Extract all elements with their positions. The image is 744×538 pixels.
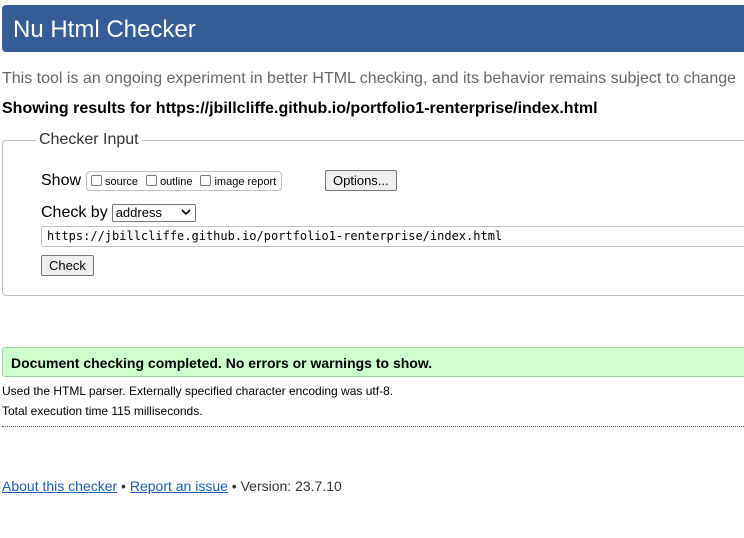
page-header: Nu Html Checker <box>2 5 744 52</box>
source-checkbox-label: source <box>105 176 139 188</box>
outline-checkbox[interactable] <box>146 174 158 186</box>
success-message: Document checking completed. No errors o… <box>11 355 433 371</box>
show-image-report-option[interactable]: image report <box>200 174 276 188</box>
about-checker-link[interactable]: About this checker <box>2 478 117 494</box>
check-button[interactable]: Check <box>41 255 94 276</box>
check-by-selected-value: address <box>115 205 162 220</box>
intro-text: This tool is an ongoing experiment in be… <box>2 70 737 87</box>
show-options-row: Show source outline image report <box>41 171 283 191</box>
show-options-group: source outline image report <box>86 171 283 191</box>
results-for-heading: Showing results for https://jbillcliffe.… <box>2 100 598 117</box>
parser-details: Used the HTML parser. Externally specifi… <box>2 384 394 398</box>
divider <box>2 426 744 427</box>
check-by-row: Check by address <box>41 204 196 222</box>
report-issue-link[interactable]: Report an issue <box>130 478 228 494</box>
show-source-option[interactable]: source <box>91 174 138 188</box>
source-checkbox[interactable] <box>91 174 103 186</box>
checker-input-legend: Checker Input <box>39 131 139 148</box>
version-text: • Version: 23.7.10 <box>227 478 342 494</box>
image-report-checkbox-label: image report <box>214 176 277 188</box>
outline-checkbox-label: outline <box>160 176 193 188</box>
page-title: Nu Html Checker <box>13 16 196 43</box>
success-message-box: Document checking completed. No errors o… <box>2 347 744 377</box>
footer-separator: • <box>117 478 130 494</box>
execution-time: Total execution time 115 milliseconds. <box>2 404 203 418</box>
options-button[interactable]: Options... <box>325 170 397 191</box>
check-by-select[interactable]: address <box>111 204 196 222</box>
footer: About this checker • Report an issue • V… <box>2 478 342 494</box>
show-label: Show <box>41 172 82 189</box>
check-by-label: Check by <box>41 204 108 221</box>
image-report-checkbox[interactable] <box>200 174 212 186</box>
show-outline-option[interactable]: outline <box>146 174 192 188</box>
url-input[interactable]: https://jbillcliffe.github.io/portfolio1… <box>41 226 744 247</box>
